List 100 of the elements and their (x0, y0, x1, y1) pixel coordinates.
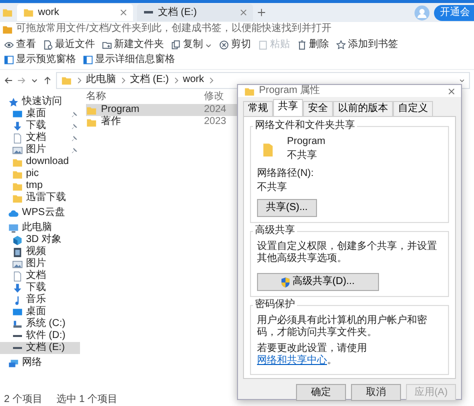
pin-icon (71, 146, 78, 154)
desktop-icon (12, 306, 23, 318)
sidebar-item[interactable]: 文档 (0, 270, 80, 282)
file-date: 2024 (204, 104, 226, 116)
sidebar-item[interactable]: 图片 (0, 144, 80, 156)
sidebar-item[interactable]: tmp (0, 180, 80, 192)
toolbar-button[interactable]: 新建文件夹 (102, 38, 164, 52)
field-label: 网络路径(N): (257, 168, 314, 180)
picture-icon (12, 144, 23, 156)
toolbar-button[interactable]: 剪切 (219, 38, 251, 52)
breadcrumb-item[interactable]: 文档 (E:) (130, 74, 169, 86)
pin-icon (71, 134, 78, 142)
group-heading: 高级共享 (254, 225, 296, 237)
sidebar-item[interactable]: 桌面 (0, 108, 80, 120)
sidebar-item[interactable]: 快速访问 (0, 96, 80, 108)
caret-icon (205, 42, 212, 48)
toolbar-button[interactable]: 复制 (171, 38, 212, 52)
shield-icon (281, 276, 290, 288)
close-icon[interactable] (448, 88, 455, 94)
sidebar-item[interactable]: 图片 (0, 258, 80, 270)
sidebar-item[interactable]: 网络 (0, 357, 80, 369)
status-text: 选中 1 个项目 (56, 394, 118, 406)
sidebar-item[interactable]: 音乐 (0, 294, 80, 306)
sidebar-item[interactable]: download (0, 156, 80, 168)
panel-icon (4, 55, 14, 65)
chevron-icon (120, 76, 126, 84)
sidebar-item[interactable]: 文档 (E:) (0, 342, 80, 354)
sidebar-item[interactable]: WPS云盘 (0, 207, 80, 219)
close-icon[interactable] (240, 9, 247, 16)
dialog-tab[interactable]: 以前的版本 (333, 101, 393, 116)
group-heading: 网络文件和文件夹共享 (254, 120, 356, 132)
chevron-icon (172, 76, 179, 84)
film-icon (12, 246, 23, 258)
sidebar-item[interactable]: 下载 (0, 120, 80, 132)
share-button[interactable]: 共享(S)... (257, 199, 317, 217)
dropdown-icon[interactable] (459, 76, 465, 84)
cloud-icon (8, 208, 19, 218)
cube-icon (12, 234, 23, 246)
desktop-icon (12, 108, 23, 120)
dialog-button[interactable]: 取消 (351, 384, 401, 401)
file-name: Program (101, 104, 140, 116)
dialog-tab[interactable]: 自定义 (393, 101, 433, 116)
document-icon (12, 132, 23, 144)
toolbar-button[interactable]: 显示详细信息窗格 (83, 53, 175, 67)
network-icon (8, 358, 19, 368)
eye-icon (4, 40, 14, 50)
toolbar-button[interactable]: 最近文件 (43, 38, 95, 52)
chevron-icon (76, 76, 82, 84)
column-header[interactable]: 名称 (86, 91, 204, 103)
status-text: 2 个项目 (4, 394, 42, 406)
group-heading: 密码保护 (254, 299, 296, 311)
file-name: 著作 (101, 116, 121, 128)
sidebar-item[interactable]: 下载 (0, 282, 80, 294)
toolbar-button[interactable]: 添加到书签 (336, 38, 398, 52)
drive-icon (144, 11, 153, 14)
download-icon (12, 120, 23, 132)
dialog-button[interactable]: 确定 (296, 384, 346, 401)
up-icon[interactable] (43, 76, 52, 84)
network-center-link[interactable]: 网络和共享中心 (257, 355, 327, 366)
download-icon (12, 282, 23, 294)
file-row[interactable]: 著作 2023 (86, 116, 246, 128)
sidebar-item[interactable]: 系统 (C:) (0, 318, 80, 330)
folder-icon (23, 7, 34, 18)
browser-tab[interactable]: work (17, 4, 133, 21)
sidebar-item[interactable]: 3D 对象 (0, 234, 80, 246)
sidebar-item[interactable]: 视频 (0, 246, 80, 258)
dialog-tab[interactable]: 常规 (243, 101, 273, 116)
star-icon (336, 40, 346, 50)
membership-button[interactable]: 开通会 (434, 4, 474, 20)
sidebar-item[interactable]: 软件 (D:) (0, 330, 80, 342)
picture-icon (12, 258, 23, 270)
dialog-tab[interactable]: 安全 (303, 101, 333, 116)
folder-icon (86, 104, 97, 116)
sidebar-item[interactable]: pic (0, 168, 80, 180)
document-icon (43, 40, 53, 50)
close-icon[interactable] (120, 9, 127, 16)
copy-icon (171, 40, 181, 50)
toolbar-button[interactable]: 查看 (4, 38, 36, 52)
clipboard-icon (258, 40, 268, 50)
description-text: 用户必须具有此计算机的用户帐户和密码，才能访问共享文件夹。 (257, 315, 428, 339)
browser-tab[interactable]: 文档 (E:) (137, 4, 253, 21)
advanced-sharing-button[interactable]: 高级共享(D)... (257, 273, 379, 291)
new-tab-icon[interactable] (257, 8, 266, 17)
breadcrumb-item[interactable]: 此电脑 (86, 74, 116, 86)
sidebar-item[interactable]: 文档 (0, 132, 80, 144)
document-icon (12, 270, 23, 282)
file-date: 2023 (204, 116, 226, 128)
breadcrumb-item[interactable]: work (182, 74, 204, 86)
back-icon[interactable] (4, 76, 13, 84)
bookmark-hint: 可拖放常用文件/文档/文件夹到此，创建成书签，以便能快速找到并打开 (16, 23, 332, 35)
trash-icon (297, 40, 307, 50)
toolbar-button[interactable]: 删除 (297, 38, 329, 52)
folder-icon (61, 74, 72, 86)
column-header[interactable]: 修改 (204, 91, 224, 103)
toolbar-button[interactable]: 显示预览窗格 (4, 53, 76, 67)
sidebar-item[interactable]: 迅雷下载 (0, 192, 80, 204)
dialog-tab[interactable]: 共享 (273, 99, 303, 116)
sidebar-item[interactable]: 此电脑 (0, 222, 80, 234)
sidebar-item[interactable]: 桌面 (0, 306, 80, 318)
folder-icon (2, 7, 13, 18)
